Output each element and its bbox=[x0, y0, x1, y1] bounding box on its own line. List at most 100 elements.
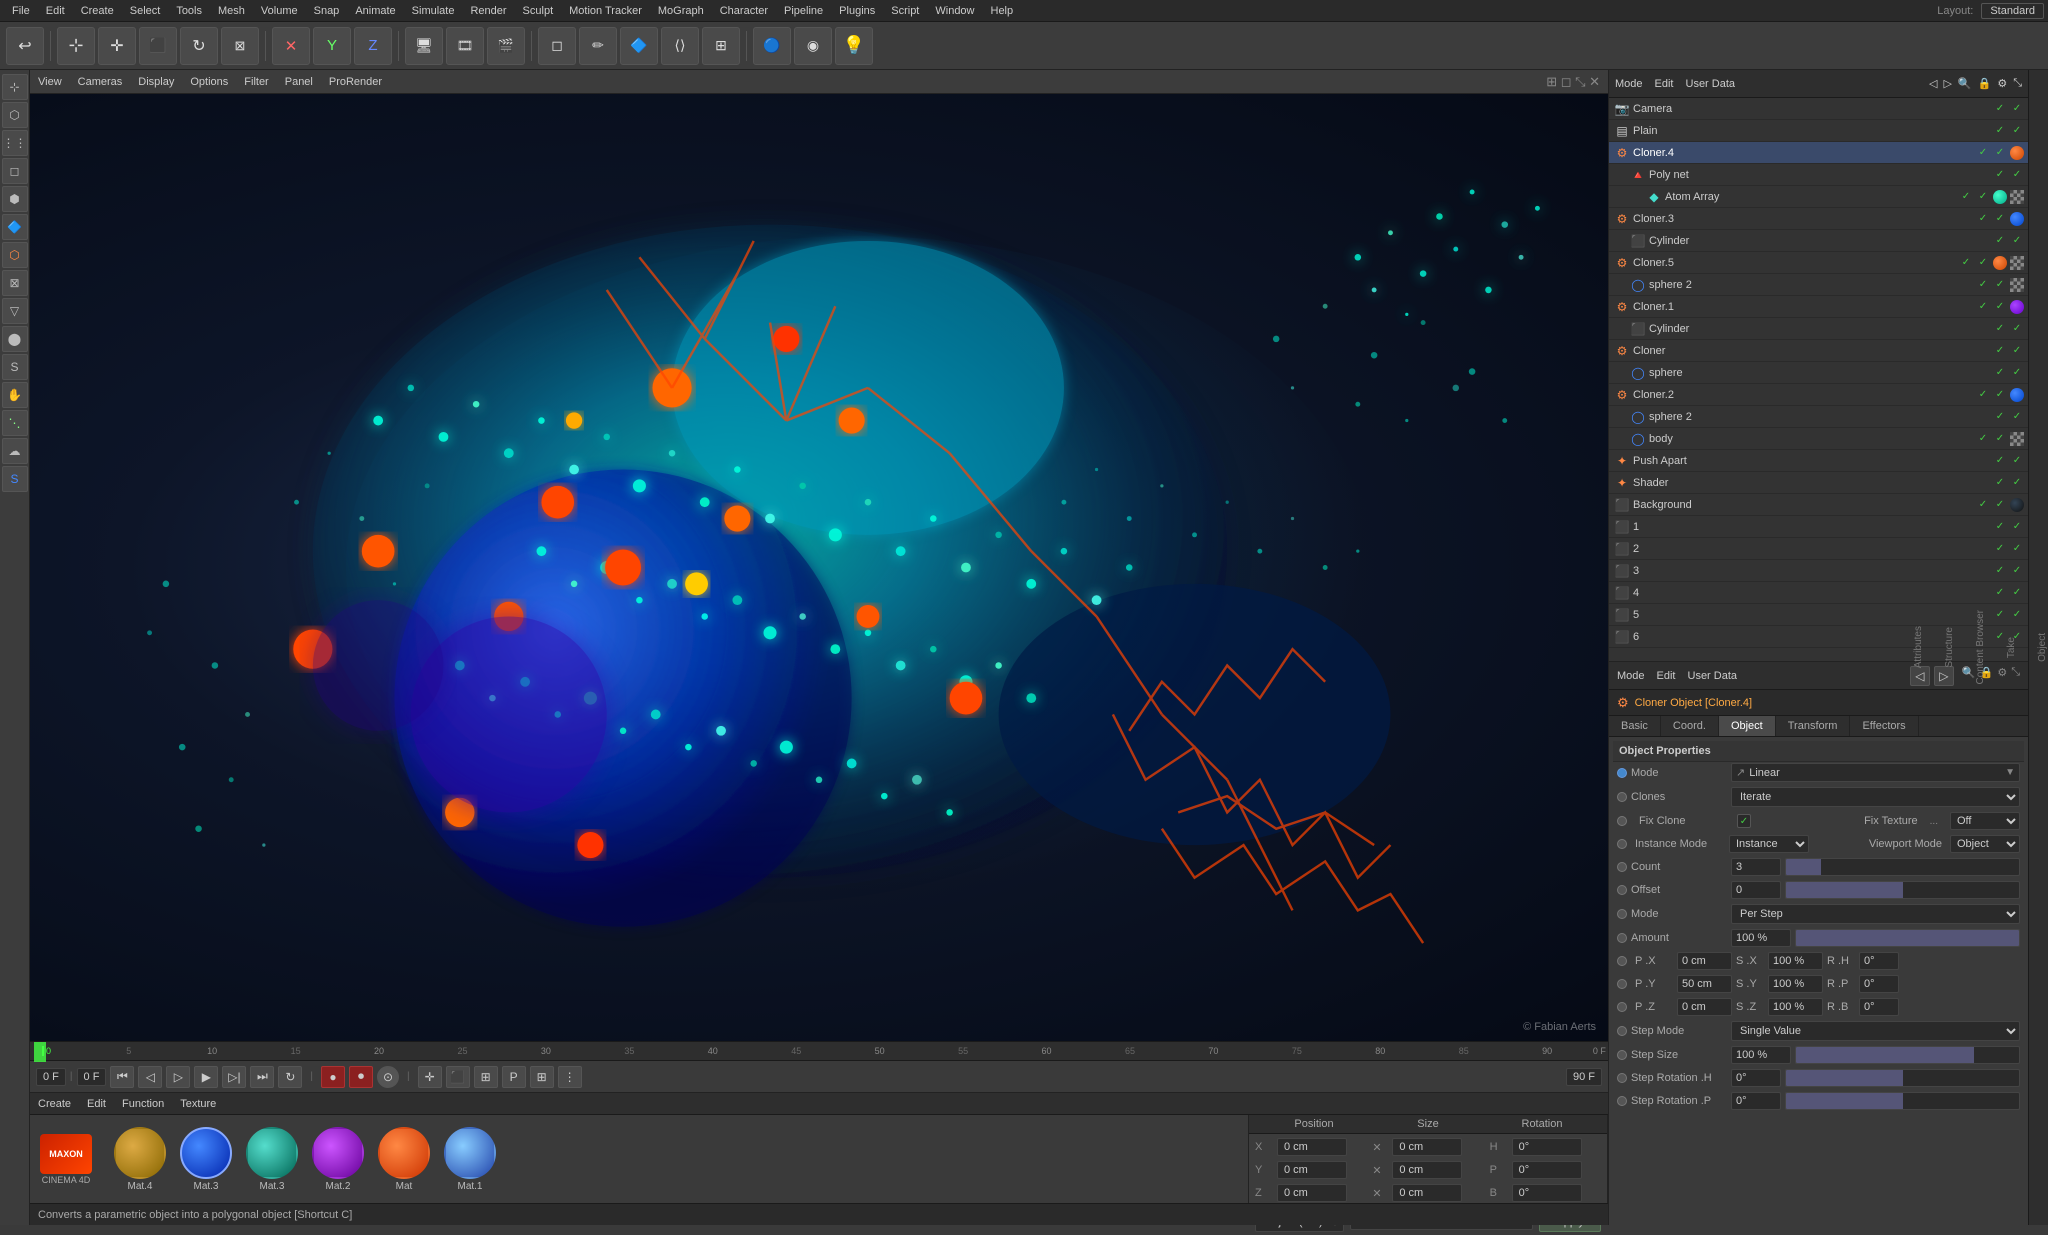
left-tool-6[interactable]: 🔷 bbox=[2, 214, 28, 240]
play-forward[interactable]: ▶ bbox=[194, 1066, 218, 1088]
undo-button[interactable]: ↩ bbox=[6, 27, 44, 65]
material-item-4[interactable]: Mat bbox=[378, 1127, 430, 1192]
vpmode-select[interactable]: Object bbox=[1950, 835, 2020, 853]
obj-item-1[interactable]: ⬛1 ✓✓ bbox=[1609, 516, 2028, 538]
rs-take[interactable]: Take bbox=[2006, 637, 2017, 658]
light-btn[interactable]: 💡 bbox=[835, 27, 873, 65]
pos-y[interactable] bbox=[1277, 1161, 1347, 1179]
rs-structure[interactable]: Structure bbox=[1944, 627, 1955, 668]
stepp-input[interactable] bbox=[1731, 1092, 1781, 1110]
fixclone-checkbox[interactable]: ✓ bbox=[1737, 814, 1751, 828]
offset-slider[interactable] bbox=[1785, 881, 2020, 899]
attr-mode-btn[interactable]: Mode bbox=[1617, 670, 1645, 682]
offset-dot[interactable] bbox=[1617, 885, 1627, 895]
goto-end[interactable]: ⏭ bbox=[250, 1066, 274, 1088]
uv-mode[interactable]: ⟨⟩ bbox=[661, 27, 699, 65]
menu-volume[interactable]: Volume bbox=[253, 5, 306, 17]
next-frame[interactable]: ▷| bbox=[222, 1066, 246, 1088]
count-slider[interactable] bbox=[1785, 858, 2020, 876]
obj-item-shader[interactable]: ✦ Shader ✓ ✓ bbox=[1609, 472, 2028, 494]
steph-slider[interactable] bbox=[1785, 1069, 2020, 1087]
pos-z[interactable] bbox=[1277, 1184, 1347, 1202]
select-tool[interactable]: ⊹ bbox=[57, 27, 95, 65]
lock-icon[interactable]: 🔒 bbox=[1978, 77, 1992, 90]
menu-plugins[interactable]: Plugins bbox=[831, 5, 883, 17]
current-frame[interactable]: 0 F bbox=[36, 1068, 66, 1086]
left-tool-14[interactable]: ☁ bbox=[2, 438, 28, 464]
gear-icon[interactable]: ⚙ bbox=[1997, 77, 2007, 90]
menu-pipeline[interactable]: Pipeline bbox=[776, 5, 831, 17]
loop[interactable]: ↻ bbox=[278, 1066, 302, 1088]
menu-select[interactable]: Select bbox=[122, 5, 169, 17]
py-dot[interactable] bbox=[1617, 979, 1627, 989]
obj-edit-btn[interactable]: Edit bbox=[1655, 78, 1674, 90]
amount-input[interactable] bbox=[1731, 929, 1791, 947]
mat-function[interactable]: Function bbox=[122, 1098, 164, 1110]
rh-input[interactable] bbox=[1859, 952, 1899, 970]
obj-item-camera[interactable]: 📷 Camera ✓ ✓ bbox=[1609, 98, 2028, 120]
clones-select[interactable]: Iterate bbox=[1731, 787, 2020, 807]
stepmode-select[interactable]: Single Value bbox=[1731, 1021, 2020, 1041]
add-keyframe[interactable]: ✛ bbox=[418, 1066, 442, 1088]
obj-item-atomarray[interactable]: ◆ Atom Array ✓ ✓ bbox=[1609, 186, 2028, 208]
render-timeline[interactable]: 🎞 bbox=[446, 27, 484, 65]
menu-window[interactable]: Window bbox=[927, 5, 982, 17]
obj-item-body[interactable]: ◯ body ✓ ✓ bbox=[1609, 428, 2028, 450]
clones-value[interactable]: Iterate bbox=[1731, 787, 2020, 807]
menu-animate[interactable]: Animate bbox=[347, 5, 403, 17]
left-tool-7[interactable]: ⬡ bbox=[2, 242, 28, 268]
amount-slider[interactable] bbox=[1795, 929, 2020, 947]
size-y[interactable] bbox=[1392, 1161, 1462, 1179]
size-z[interactable] bbox=[1392, 1184, 1462, 1202]
menu-simulate[interactable]: Simulate bbox=[404, 5, 463, 17]
left-tool-5[interactable]: ⬢ bbox=[2, 186, 28, 212]
obj-item-sphere2a[interactable]: ◯ sphere 2 ✓ ✓ bbox=[1609, 274, 2028, 296]
fixtexture-select[interactable]: Off bbox=[1950, 812, 2020, 830]
material-item-3[interactable]: Mat.2 bbox=[312, 1127, 364, 1192]
transform-tool[interactable]: ⊠ bbox=[221, 27, 259, 65]
px-dot[interactable] bbox=[1617, 956, 1627, 966]
menu-sculpt[interactable]: Sculpt bbox=[515, 5, 562, 17]
vp-prorender[interactable]: ProRender bbox=[329, 76, 382, 88]
py-input[interactable] bbox=[1677, 975, 1732, 993]
mat-create[interactable]: Create bbox=[38, 1098, 71, 1110]
size-x[interactable] bbox=[1392, 1138, 1462, 1156]
left-tool-12[interactable]: ✋ bbox=[2, 382, 28, 408]
object-mode[interactable]: ⊞ bbox=[702, 27, 740, 65]
points-mode[interactable]: ◻ bbox=[538, 27, 576, 65]
px-input[interactable] bbox=[1677, 952, 1732, 970]
mode2-select[interactable]: Per Step bbox=[1731, 904, 2020, 924]
left-tool-13[interactable]: ⋱ bbox=[2, 410, 28, 436]
menu-character[interactable]: Character bbox=[712, 5, 776, 17]
obj-item-cylinder2[interactable]: ⬛ Cylinder ✓ ✓ bbox=[1609, 318, 2028, 340]
sy-input[interactable] bbox=[1768, 975, 1823, 993]
material-item-1[interactable]: Mat.3 bbox=[180, 1127, 232, 1192]
fixclone-dot[interactable] bbox=[1617, 816, 1627, 826]
search-icon[interactable]: 🔍 bbox=[1958, 77, 1972, 90]
nav-right-icon[interactable]: ▷ bbox=[1943, 77, 1951, 90]
x-axis[interactable]: ✕ bbox=[272, 27, 310, 65]
left-tool-3[interactable]: ⋮⋮ bbox=[2, 130, 28, 156]
obj-item-5[interactable]: ⬛5 ✓✓ bbox=[1609, 604, 2028, 626]
start-frame-field[interactable]: 0 F bbox=[77, 1068, 107, 1086]
render-to-picture[interactable]: 🖥 bbox=[405, 27, 443, 65]
polygon-mode[interactable]: 🔷 bbox=[620, 27, 658, 65]
stepmode-dot[interactable] bbox=[1617, 1026, 1627, 1036]
mode-dot[interactable] bbox=[1617, 768, 1627, 778]
parametric-icon[interactable]: ◉ bbox=[794, 27, 832, 65]
timeline-more[interactable]: ⋮ bbox=[558, 1066, 582, 1088]
obj-item-4[interactable]: ⬛4 ✓✓ bbox=[1609, 582, 2028, 604]
rs-attributes[interactable]: Attributes bbox=[1913, 626, 1924, 668]
end-frame-field[interactable]: 90 F bbox=[1566, 1068, 1602, 1086]
goto-start[interactable]: ⏮ bbox=[110, 1066, 134, 1088]
remove-keyframe[interactable]: ⬛ bbox=[446, 1066, 470, 1088]
attr-nav-left[interactable]: ◁ bbox=[1910, 666, 1930, 686]
material-item-5[interactable]: Mat.1 bbox=[444, 1127, 496, 1192]
left-tool-8[interactable]: ⊠ bbox=[2, 270, 28, 296]
vp-view[interactable]: View bbox=[38, 76, 62, 88]
rot-h[interactable] bbox=[1512, 1138, 1582, 1156]
attr-user-data-btn[interactable]: User Data bbox=[1688, 670, 1738, 682]
obj-user-data-btn[interactable]: User Data bbox=[1686, 78, 1736, 90]
y-axis[interactable]: Y bbox=[313, 27, 351, 65]
rb-input[interactable] bbox=[1859, 998, 1899, 1016]
